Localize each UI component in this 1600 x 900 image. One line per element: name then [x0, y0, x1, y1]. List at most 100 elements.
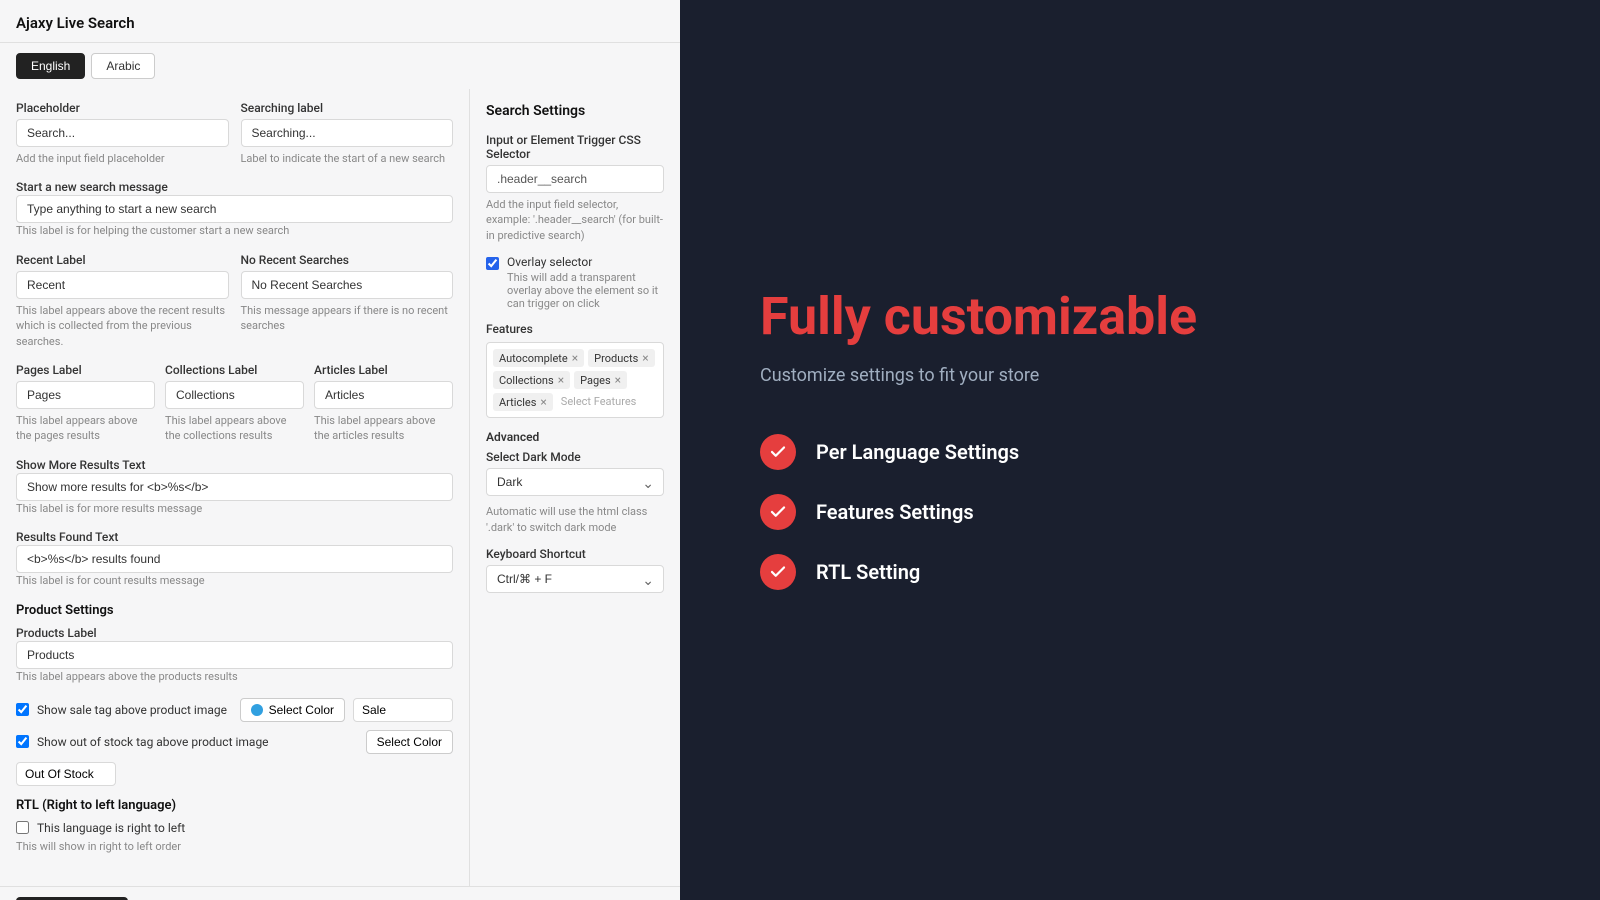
collections-label-input[interactable]	[165, 381, 304, 409]
features-label: Features	[486, 322, 664, 336]
promo-feature-features-settings: Features Settings	[760, 494, 974, 530]
searching-label-group: Searching label Label to indicate the st…	[241, 101, 454, 166]
recent-label-hint: This label appears above the recent resu…	[16, 303, 229, 349]
bottom-bar: Save Settings More actions ▾	[0, 886, 680, 900]
placeholder-input[interactable]	[16, 119, 229, 147]
sale-tag-label: Show sale tag above product image	[37, 703, 227, 717]
show-more-results-group: Show More Results Text This label is for…	[16, 458, 453, 516]
tag-label-articles: Articles	[499, 396, 536, 409]
overlay-checkbox[interactable]	[486, 257, 499, 270]
search-settings-title: Search Settings	[486, 103, 664, 119]
feature-tag-collections: Collections ×	[493, 371, 570, 389]
promo-panel: Fully customizable Customize settings to…	[680, 0, 1600, 900]
tag-label-collections: Collections	[499, 374, 554, 387]
tag-close-articles[interactable]: ×	[540, 395, 546, 409]
checkmark-svg-3	[769, 563, 787, 581]
tag-close-collections[interactable]: ×	[558, 373, 564, 387]
labels-three-col: Pages Label This label appears above the…	[16, 363, 453, 444]
features-tags-container: Autocomplete × Products × Collections × …	[486, 342, 664, 418]
out-of-stock-checkbox[interactable]	[16, 735, 29, 748]
results-found-input[interactable]	[16, 545, 453, 573]
products-label-hint: This label appears above the products re…	[16, 670, 238, 683]
select-features-placeholder[interactable]: Select Features	[557, 393, 641, 411]
placeholder-label: Placeholder	[16, 101, 229, 115]
lang-tabs: English Arabic	[0, 43, 680, 89]
collections-label-group: Collections Label This label appears abo…	[165, 363, 304, 444]
searching-label-label: Searching label	[241, 101, 454, 115]
tab-english[interactable]: English	[16, 53, 85, 79]
recent-label-group: Recent Label This label appears above th…	[16, 253, 229, 349]
check-icon-features-settings	[760, 494, 796, 530]
recent-label-label: Recent Label	[16, 253, 229, 267]
feature-tag-articles: Articles ×	[493, 393, 553, 411]
check-icon-rtl	[760, 554, 796, 590]
recent-label-input[interactable]	[16, 271, 229, 299]
tag-label-autocomplete: Autocomplete	[499, 352, 568, 365]
out-of-stock-color-btn[interactable]: Select Color	[366, 730, 453, 754]
out-of-stock-label: Show out of stock tag above product imag…	[37, 735, 269, 749]
sale-tag-input[interactable]	[353, 698, 453, 722]
keyboard-shortcut-select[interactable]: Ctrl/⌘ + F None Custom	[486, 565, 664, 593]
dark-mode-select-wrapper: Dark Light Automatic	[486, 468, 664, 500]
sale-tag-checkbox[interactable]	[16, 703, 29, 716]
pages-label-input[interactable]	[16, 381, 155, 409]
dark-mode-select[interactable]: Dark Light Automatic	[486, 468, 664, 496]
promo-headline: Fully customizable	[760, 286, 1197, 348]
pages-label-label: Pages Label	[16, 363, 155, 377]
sale-color-dot	[251, 704, 263, 716]
placeholder-hint: Add the input field placeholder	[16, 151, 229, 166]
checkmark-svg	[769, 443, 787, 461]
new-search-message-label: Start a new search message	[16, 180, 168, 194]
products-label-input[interactable]	[16, 641, 453, 669]
articles-label-input[interactable]	[314, 381, 453, 409]
rtl-hint: This will show in right to left order	[16, 840, 181, 853]
rtl-checkbox[interactable]	[16, 821, 29, 834]
articles-label-label: Articles Label	[314, 363, 453, 377]
css-selector-input[interactable]	[486, 165, 664, 193]
search-settings-panel: Search Settings Input or Element Trigger…	[470, 89, 680, 886]
sale-tag-row: Show sale tag above product image Select…	[16, 698, 453, 722]
out-of-stock-tag-input[interactable]	[16, 762, 116, 786]
promo-headline-accent: customizable	[884, 286, 1197, 347]
sale-color-label: Select Color	[269, 703, 334, 717]
pages-label-group: Pages Label This label appears above the…	[16, 363, 155, 444]
show-more-results-input[interactable]	[16, 473, 453, 501]
tag-close-autocomplete[interactable]: ×	[572, 351, 578, 365]
overlay-hint: This will add a transparent overlay abov…	[507, 271, 664, 310]
no-recent-group: No Recent Searches This message appears …	[241, 253, 454, 349]
feature-tag-pages: Pages ×	[574, 371, 627, 389]
placeholder-row: Placeholder Add the input field placehol…	[16, 101, 453, 166]
promo-feature-text-features-settings: Features Settings	[816, 500, 974, 524]
tag-close-products[interactable]: ×	[642, 351, 648, 365]
checkmark-svg-2	[769, 503, 787, 521]
show-more-results-hint: This label is for more results message	[16, 502, 202, 515]
results-found-hint: This label is for count results message	[16, 574, 205, 587]
left-panel: Ajaxy Live Search English Arabic Placeho…	[0, 0, 680, 900]
sale-color-btn[interactable]: Select Color	[240, 698, 345, 722]
tag-close-pages[interactable]: ×	[615, 373, 621, 387]
feature-tag-autocomplete: Autocomplete ×	[493, 349, 584, 367]
new-search-message-input[interactable]	[16, 195, 453, 223]
results-found-group: Results Found Text This label is for cou…	[16, 530, 453, 588]
rtl-checkbox-label: This language is right to left	[37, 821, 185, 835]
keyboard-shortcut-wrapper: Ctrl/⌘ + F None Custom	[486, 565, 664, 597]
promo-feature-per-language: Per Language Settings	[760, 434, 1019, 470]
no-recent-label: No Recent Searches	[241, 253, 454, 267]
promo-headline-prefix: Fully	[760, 286, 884, 347]
products-label-group: Products Label This label appears above …	[16, 626, 453, 684]
overlay-text-group: Overlay selector This will add a transpa…	[507, 255, 664, 310]
rtl-title: RTL (Right to left language)	[16, 798, 453, 813]
show-more-results-label: Show More Results Text	[16, 458, 145, 472]
collections-label-label: Collections Label	[165, 363, 304, 377]
features-group: Features Autocomplete × Products × Colle…	[486, 322, 664, 418]
overlay-row: Overlay selector This will add a transpa…	[486, 255, 664, 310]
searching-label-input[interactable]	[241, 119, 454, 147]
no-recent-input[interactable]	[241, 271, 454, 299]
articles-label-hint: This label appears above the articles re…	[314, 413, 453, 444]
left-settings-column: Placeholder Add the input field placehol…	[0, 89, 470, 886]
feature-tag-products: Products ×	[588, 349, 655, 367]
advanced-label: Advanced	[486, 430, 664, 444]
tab-arabic[interactable]: Arabic	[91, 53, 155, 79]
check-icon-per-language	[760, 434, 796, 470]
dark-mode-hint: Automatic will use the html class '.dark…	[486, 504, 664, 535]
